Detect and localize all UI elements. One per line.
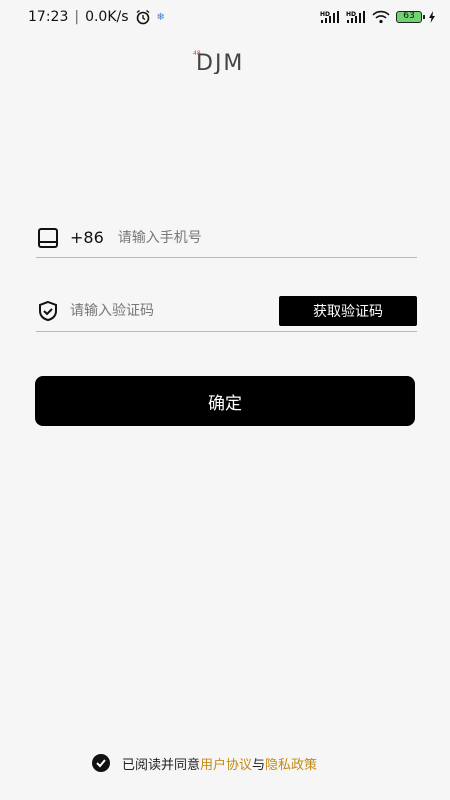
svg-text:HD: HD (346, 11, 356, 18)
phone-icon (36, 226, 60, 250)
wifi-icon (372, 10, 390, 24)
check-icon (96, 759, 106, 768)
alarm-icon (135, 9, 151, 25)
agreement-checkbox[interactable] (92, 754, 110, 772)
svg-text:HD: HD (320, 11, 330, 18)
code-input[interactable] (70, 302, 270, 319)
get-code-button[interactable]: 获取验证码 (279, 295, 417, 326)
status-left: 17:23 | 0.0K/s ❄ (28, 9, 165, 25)
agreement-and: 与 (252, 757, 266, 773)
status-divider: | (74, 9, 80, 25)
agreement-row: 已阅读并同意 用户协议 与 隐私政策 (92, 752, 317, 774)
snowflake-icon: ❄ (156, 11, 165, 23)
status-bar: 17:23 | 0.0K/s ❄ HD HD 63 (0, 0, 450, 34)
charging-icon (428, 11, 436, 23)
hd-signal-icon: HD (320, 10, 340, 24)
country-code[interactable]: +86 (70, 228, 104, 247)
user-agreement-link[interactable]: 用户协议 (200, 754, 252, 773)
hd-signal-icon: HD (346, 10, 366, 24)
privacy-policy-link[interactable]: 隐私政策 (265, 754, 317, 773)
confirm-button[interactable]: 确定 (35, 376, 415, 426)
phone-input[interactable] (117, 229, 378, 246)
status-right: HD HD 63 (320, 10, 436, 24)
agreement-text: 已阅读并同意 (122, 757, 201, 773)
battery-icon: 63 (396, 11, 425, 23)
phone-row: +86 (36, 218, 417, 258)
code-row: 获取验证码 (36, 290, 417, 332)
djm-logo-mark: 48 DJM (193, 50, 244, 76)
app-logo: 48 DJM (0, 48, 450, 78)
network-speed: 0.0K/s (85, 9, 129, 25)
status-time: 17:23 (28, 9, 69, 25)
shield-icon (36, 299, 60, 323)
logo-text: DJM (196, 51, 244, 74)
